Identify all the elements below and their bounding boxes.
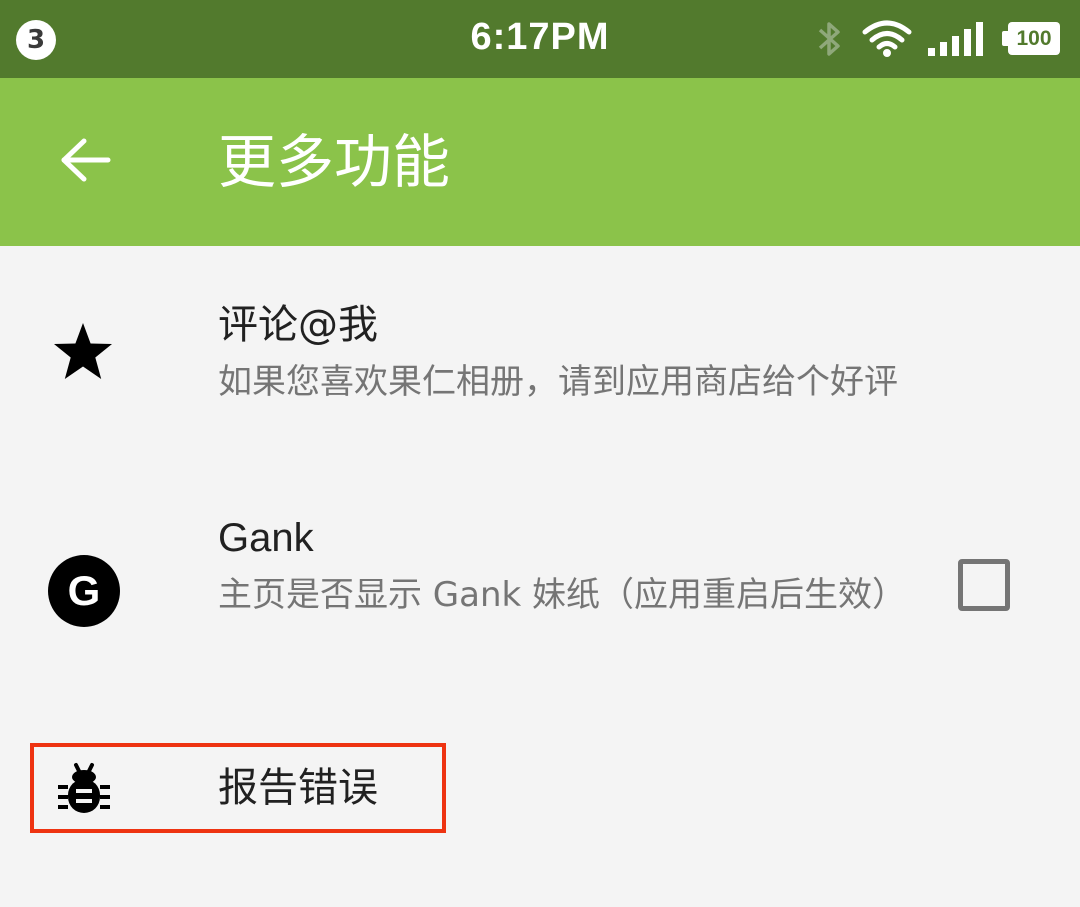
gank-checkbox[interactable] [958,559,1010,611]
page-title: 更多功能 [218,128,451,196]
list-item-gank[interactable]: G Gank 主页是否显示 Gank 妹纸（应用重启后生效） [0,505,1080,680]
bluetooth-icon [812,18,848,60]
status-time: 6:17PM [470,16,610,58]
gank-summary: 主页是否显示 Gank 妹纸（应用重启后生效） [218,575,907,615]
gank-title: Gank [218,516,314,560]
star-icon [50,318,116,384]
wifi-icon [862,20,912,58]
list-item-rate[interactable]: 评论@我 如果您喜欢果仁相册，请到应用商店给个好评 [0,290,1080,440]
report-bug-title: 报告错误 [218,765,378,811]
arrow-back-icon [60,137,112,187]
g-logo-icon: G [46,553,122,629]
back-button[interactable] [46,122,126,202]
battery-level: 100 [1008,22,1060,55]
bug-icon [56,761,112,817]
signal-icon [926,20,988,56]
list-item-report-bug[interactable]: 报告错误 [0,743,1080,833]
battery-icon: 100 [1002,22,1060,55]
status-bar: 3 6:17PM 100 [0,0,1080,78]
g-logo-letter: G [68,567,101,614]
rate-title: 评论@我 [218,302,378,348]
rate-summary: 如果您喜欢果仁相册，请到应用商店给个好评 [218,362,898,402]
app-bar: 更多功能 [0,78,1080,246]
